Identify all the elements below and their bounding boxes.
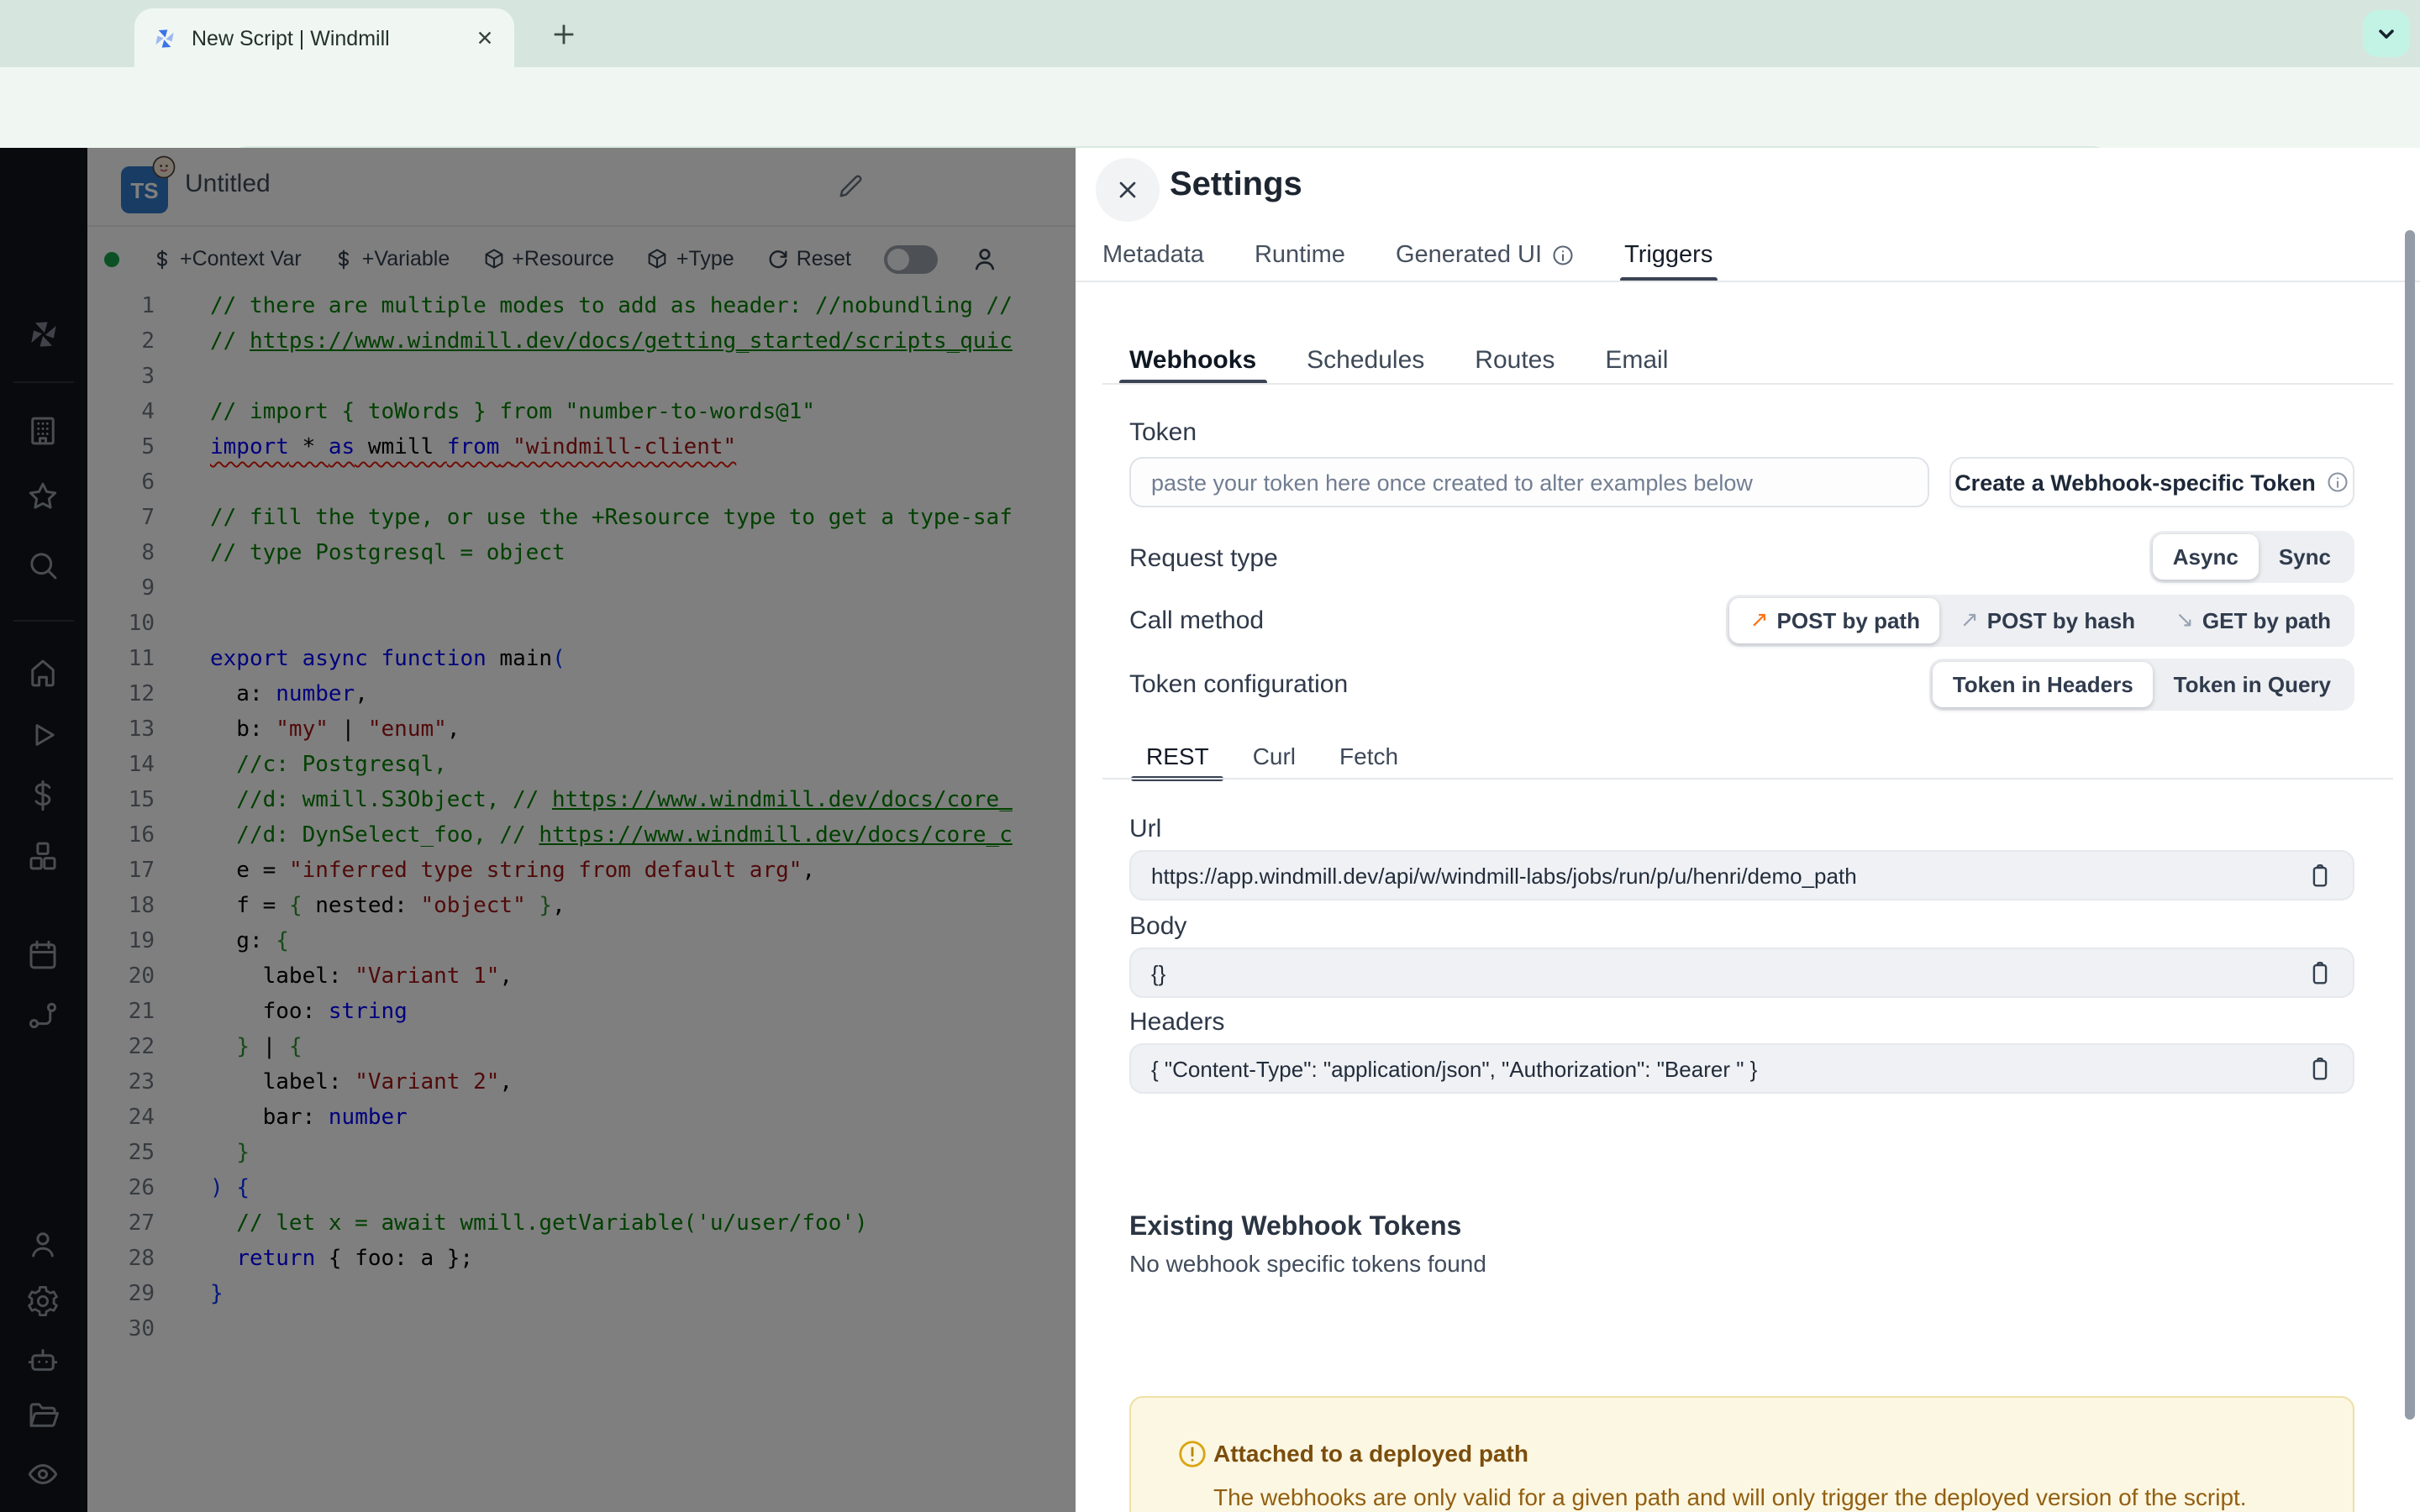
tabs-divider xyxy=(1076,281,2420,282)
info-icon xyxy=(1552,245,1572,265)
call-method-get-by-path[interactable]: ↘ GET by path xyxy=(2155,598,2351,643)
tab-search-button[interactable] xyxy=(2363,10,2410,57)
warning-text: The webhooks are only valid for a given … xyxy=(1213,1483,2247,1510)
call-method-label: Call method xyxy=(1129,606,1265,635)
headers-field[interactable]: { "Content-Type": "application/json", "A… xyxy=(1129,1043,2354,1094)
token-label: Token xyxy=(1129,418,1197,447)
copy-icon[interactable] xyxy=(2306,959,2336,990)
tab-webhooks[interactable]: Webhooks xyxy=(1119,336,1266,385)
close-drawer-button[interactable] xyxy=(1096,158,1160,222)
token-in-query[interactable]: Token in Query xyxy=(2154,662,2351,707)
url-label: Url xyxy=(1129,815,1162,843)
request-type-label: Request type xyxy=(1129,544,1278,573)
tab-metadata[interactable]: Metadata xyxy=(1102,232,1204,279)
example-tabs: REST Curl Fetch xyxy=(1130,734,1398,781)
arrow-up-right-icon: ↗ xyxy=(1960,608,1979,633)
existing-tokens-title: Existing Webhook Tokens xyxy=(1129,1213,1462,1242)
tab-rest[interactable]: REST xyxy=(1130,734,1225,781)
body-label: Body xyxy=(1129,912,1187,941)
tab-curl[interactable]: Curl xyxy=(1253,734,1296,778)
settings-drawer: Settings Metadata Runtime Generated UI T… xyxy=(1076,148,2420,1512)
tab-generated-ui[interactable]: Generated UI xyxy=(1396,232,1574,279)
drawer-title: Settings xyxy=(1170,166,1302,203)
windmill-favicon xyxy=(151,24,178,51)
tab-runtime[interactable]: Runtime xyxy=(1255,232,1345,279)
create-webhook-token-button[interactable]: Create a Webhook-specific Token xyxy=(1949,457,2354,507)
token-config-segment: Token in Headers Token in Query xyxy=(1928,659,2354,711)
alert-circle-icon xyxy=(1176,1438,1208,1470)
new-tab-button[interactable] xyxy=(541,12,585,55)
drawer-scrollbar[interactable] xyxy=(2405,230,2415,1420)
tab-schedules[interactable]: Schedules xyxy=(1307,336,1424,383)
arrow-up-right-icon: ↗ xyxy=(1749,608,1769,633)
url-field[interactable]: https://app.windmill.dev/api/w/windmill-… xyxy=(1129,850,2354,900)
request-type-async[interactable]: Async xyxy=(2152,534,2259,580)
arrow-down-right-icon: ↘ xyxy=(2175,608,2194,633)
deployed-path-warning: Attached to a deployed path The webhooks… xyxy=(1129,1396,2354,1512)
body-field[interactable]: {} xyxy=(1129,948,2354,998)
browser-tabstrip: New Script | Windmill xyxy=(0,0,2420,67)
drawer-backdrop[interactable] xyxy=(0,148,1076,1512)
browser-tab[interactable]: New Script | Windmill xyxy=(134,8,514,67)
trigger-tabs-divider xyxy=(1102,383,2393,385)
trigger-tabs: Webhooks Schedules Routes Email xyxy=(1119,336,1668,385)
token-in-headers[interactable]: Token in Headers xyxy=(1932,662,2154,707)
browser-toolbar: app.windmill.dev/scripts/add#JTdCJTIyaGF… xyxy=(0,67,2420,203)
example-tabs-divider xyxy=(1102,778,2393,780)
tab-fetch[interactable]: Fetch xyxy=(1339,734,1398,778)
token-config-label: Token configuration xyxy=(1129,670,1349,699)
warning-title: Attached to a deployed path xyxy=(1213,1440,1528,1467)
settings-tabs: Metadata Runtime Generated UI Triggers xyxy=(1102,232,1718,282)
call-method-segment: ↗ POST by path ↗ POST by hash ↘ GET by p… xyxy=(1726,595,2354,647)
info-icon xyxy=(2328,472,2348,492)
tab-triggers[interactable]: Triggers xyxy=(1619,232,1718,282)
tab-email[interactable]: Email xyxy=(1605,336,1668,383)
call-method-post-by-hash[interactable]: ↗ POST by hash xyxy=(1940,598,2155,643)
request-type-sync[interactable]: Sync xyxy=(2259,534,2351,580)
existing-tokens-empty: No webhook specific tokens found xyxy=(1129,1250,1486,1277)
copy-icon[interactable] xyxy=(2306,862,2336,892)
headers-label: Headers xyxy=(1129,1008,1225,1037)
token-input[interactable] xyxy=(1129,457,1929,507)
tab-routes[interactable]: Routes xyxy=(1475,336,1555,383)
tab-close-icon[interactable] xyxy=(471,24,497,51)
screen: New Script | Windmill app.windmill.dev/s… xyxy=(0,0,2420,1512)
tab-title: New Script | Windmill xyxy=(192,26,390,50)
call-method-post-by-path[interactable]: ↗ POST by path xyxy=(1729,598,1940,643)
copy-icon[interactable] xyxy=(2306,1055,2336,1085)
request-type-segment: Async Sync xyxy=(2149,531,2354,583)
